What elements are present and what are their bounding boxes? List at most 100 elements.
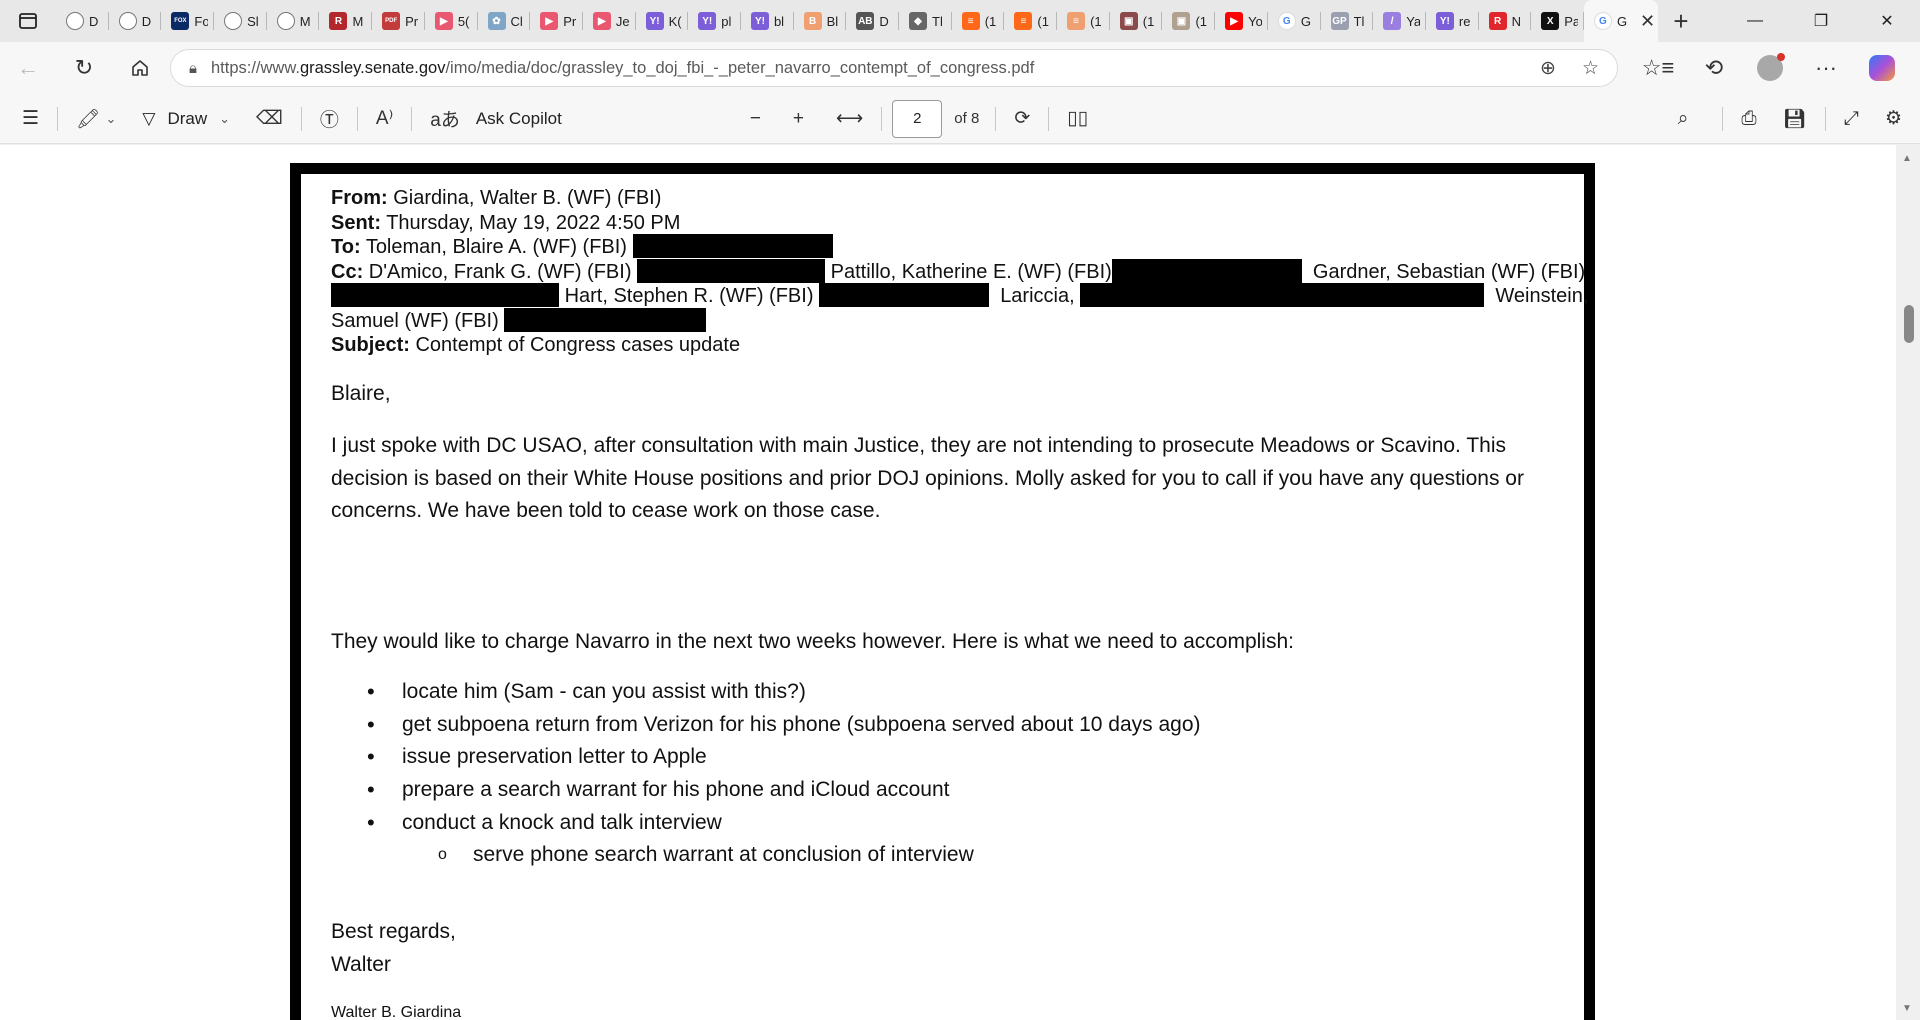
scroll-down-icon[interactable]: ▼	[1902, 1003, 1912, 1014]
settings-button[interactable]: ⚙	[1877, 101, 1910, 137]
browser-tab[interactable]: RM	[319, 0, 372, 42]
ask-copilot-label: Ask Copilot	[475, 108, 562, 128]
browser-tab[interactable]: Y! pl	[688, 0, 741, 42]
browser-tab[interactable]: ≡ (1	[952, 0, 1005, 42]
yahoo-icon: Y!	[750, 12, 769, 30]
close-window-button[interactable]: ✕	[1854, 0, 1920, 42]
print-button[interactable]: ⎙	[1733, 101, 1764, 137]
browser-tab[interactable]: Y! bl	[741, 0, 794, 42]
plus-icon: +	[792, 107, 805, 129]
photo-icon: ▣	[1119, 12, 1138, 30]
scroll-up-icon[interactable]: ▲	[1902, 153, 1912, 164]
page-number-input[interactable]: 2	[892, 99, 943, 138]
tab-strip: D D FOX Fo Sl M R M PDF Pr ▶ 5(✿ Cl ▶ Pr ▶ Je Y! K(Y! pl Y! b…	[0, 0, 1920, 42]
ask-copilot-button[interactable]: Ask Copilot	[468, 101, 570, 137]
youtube-icon: ▶	[434, 12, 453, 30]
browser-tab[interactable]: ▶ Pr	[530, 0, 583, 42]
browser-tab[interactable]: D	[109, 0, 162, 42]
browser-tab[interactable]: B Bl	[794, 0, 847, 42]
home-button[interactable]	[112, 48, 168, 88]
email-greeting: Blaire,	[331, 382, 391, 405]
tab-label: 5(	[457, 13, 470, 29]
browser-tab[interactable]: ▣ (1	[1162, 0, 1215, 42]
text-box-button[interactable]: Ⓣ	[312, 101, 347, 137]
browser-tab[interactable]: Y! re	[1426, 0, 1479, 42]
browser-tab[interactable]: GP Tl	[1321, 0, 1374, 42]
email-to-line: To: Toleman, Blaire A. (WF) (FBI)	[331, 234, 833, 260]
highlighter-icon: 🖍︎	[76, 108, 101, 130]
favorite-star-icon[interactable]: ☆	[1582, 57, 1599, 80]
minimize-button[interactable]: —	[1722, 0, 1788, 42]
tab-label: (1	[1195, 13, 1207, 29]
pdf-toolbar: ☰ 🖍︎ ⌄ ▽ Draw ⌄ ⌫ Ⓣ A⁾ aあ Ask Copilot − + …	[0, 94, 1920, 144]
browser-tab[interactable]: ≡ (1	[1004, 0, 1057, 42]
tab-label: Pr	[563, 13, 577, 29]
browser-tab[interactable]: PDF Pr	[372, 0, 425, 42]
browser-tab[interactable]: X Pa	[1531, 0, 1584, 42]
email-closing: Best regards,	[331, 920, 456, 943]
back-button[interactable]: ←	[0, 48, 56, 88]
browser-tab[interactable]: Sl	[214, 0, 267, 42]
browser-tab[interactable]: ▣ (1	[1110, 0, 1163, 42]
email-signoff: Walter	[331, 953, 391, 976]
browser-tab[interactable]: AB D	[846, 0, 899, 42]
zoom-icon[interactable]: ⊕	[1540, 57, 1556, 80]
fit-width-button[interactable]: ⟷	[828, 101, 871, 137]
browser-tab[interactable]: D	[56, 0, 109, 42]
close-tab-icon[interactable]: ✕	[1640, 11, 1655, 32]
browser-tab[interactable]: M	[267, 0, 320, 42]
address-bar[interactable]: 🔒︎ https://www.grassley.senate.gov/imo/m…	[170, 49, 1618, 87]
new-tab-button[interactable]: +	[1658, 0, 1704, 42]
rotate-button[interactable]: ⟳	[1006, 101, 1038, 137]
fullscreen-button[interactable]: ⤢	[1836, 101, 1867, 137]
browser-tab[interactable]: FOX Fo	[161, 0, 214, 42]
tab-actions-button[interactable]	[0, 0, 56, 42]
browser-tab[interactable]: ▶ 5(	[425, 0, 478, 42]
contents-button[interactable]: ☰	[14, 101, 47, 137]
zoom-out-button[interactable]: −	[742, 101, 769, 137]
browser-tab[interactable]: ◆ Tl	[899, 0, 952, 42]
restore-button[interactable]: ❐	[1788, 0, 1854, 42]
read-aloud-button[interactable]: A⁾	[368, 101, 401, 137]
lock-icon[interactable]: 🔒︎	[189, 60, 197, 77]
tab-label: (1	[984, 13, 997, 29]
tab-label: Tl	[1353, 13, 1365, 29]
redaction-box	[632, 234, 833, 258]
tab-label: D	[89, 13, 99, 29]
profile-button[interactable]	[1742, 48, 1798, 88]
browser-tab[interactable]: RN	[1479, 0, 1532, 42]
favorites-button[interactable]: ☆≡	[1630, 48, 1686, 88]
expand-icon: ⤢	[1843, 107, 1859, 129]
page-view-button[interactable]: ▯▯	[1059, 101, 1096, 137]
translate-button[interactable]: aあ	[422, 101, 468, 137]
pdf-viewport[interactable]: From: Giardina, Walter B. (WF) (FBI) Sen…	[0, 145, 1920, 1020]
draw-label: Draw	[167, 108, 208, 128]
browser-tab[interactable]: ≡ (1	[1057, 0, 1110, 42]
save-button[interactable]: 💾︎	[1775, 101, 1815, 137]
browser-tab[interactable]: GG	[1268, 0, 1321, 42]
highlight-button[interactable]: 🖍︎ ⌄	[68, 101, 124, 137]
copilot-button[interactable]	[1854, 48, 1910, 88]
email-cc-line-3: Samuel (WF) (FBI)	[331, 308, 707, 334]
eraser-button[interactable]: ⌫	[248, 101, 291, 137]
redaction-box	[1080, 283, 1485, 307]
browser-tab[interactable]: ▶ Je	[583, 0, 636, 42]
more-button[interactable]: ···	[1798, 48, 1854, 88]
scrollbar-thumb[interactable]	[1904, 305, 1914, 343]
tab-active[interactable]: G G ✕	[1583, 0, 1658, 42]
zoom-in-button[interactable]: +	[785, 101, 812, 137]
email-subject-line: Subject: Contempt of Congress cases upda…	[331, 334, 741, 356]
browser-tab[interactable]: ✿ Cl	[478, 0, 531, 42]
history-button[interactable]: ⟲	[1686, 48, 1742, 88]
find-button[interactable]: ⌕	[1670, 101, 1697, 137]
globe-icon	[118, 12, 137, 30]
tab-label: Bl	[826, 13, 839, 29]
tab-label: Cl	[510, 13, 523, 29]
browser-tab[interactable]: ▶ Yo	[1215, 0, 1268, 42]
vertical-scrollbar[interactable]: ▲ ▼	[1896, 145, 1920, 1020]
refresh-button[interactable]: ↻	[56, 48, 112, 88]
draw-button[interactable]: ▽ Draw ⌄	[134, 101, 238, 137]
url-text[interactable]: https://www.grassley.senate.gov/imo/medi…	[211, 59, 1034, 78]
browser-tab[interactable]: / Ya	[1373, 0, 1426, 42]
browser-tab[interactable]: Y! K(	[636, 0, 689, 42]
